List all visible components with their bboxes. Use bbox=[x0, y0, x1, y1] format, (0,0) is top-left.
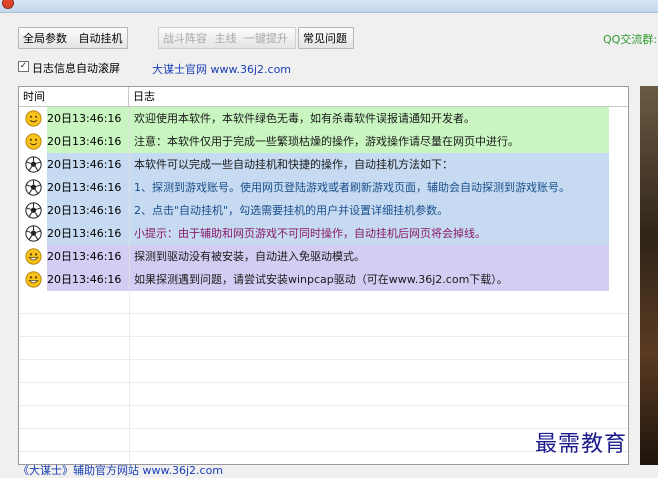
log-time: 20日13:46:16 bbox=[47, 245, 129, 268]
smile-icon bbox=[25, 110, 42, 127]
log-message: 注意：本软件仅用于完成一些繁琐枯燥的操作，游戏操作请尽量在网页中进行。 bbox=[129, 130, 609, 153]
soccer-icon bbox=[25, 225, 42, 242]
log-message: 小提示：由于辅助和网页游戏不可同时操作，自动挂机后网页将会掉线。 bbox=[129, 222, 609, 245]
auto-scroll-checkbox[interactable]: ✓ bbox=[18, 61, 29, 72]
empty-row bbox=[19, 360, 628, 383]
side-banner-image bbox=[640, 86, 658, 465]
log-row[interactable]: 20日13:46:16 注意：本软件仅用于完成一些繁琐枯燥的操作，游戏操作请尽量在… bbox=[19, 130, 628, 153]
log-message: 探测到驱动没有被安装，自动进入免驱动模式。 bbox=[129, 245, 609, 268]
empty-row bbox=[19, 337, 628, 360]
column-header-log[interactable]: 日志 bbox=[129, 87, 628, 107]
log-message: 2、点击"自动挂机"，勾选需要挂机的用户并设置详细挂机参数。 bbox=[129, 199, 609, 222]
auto-hangup-button[interactable]: 自动挂机 bbox=[79, 32, 123, 45]
empty-row bbox=[19, 314, 628, 337]
log-message: 欢迎使用本软件，本软件绿色无毒，如有杀毒软件误报请通知开发者。 bbox=[129, 107, 609, 130]
soccer-icon bbox=[25, 202, 42, 219]
empty-row bbox=[19, 383, 628, 406]
log-row[interactable]: 20日13:46:16 小提示：由于辅助和网页游戏不可同时操作，自动挂机后网页将会… bbox=[19, 222, 628, 245]
footer-link[interactable]: 《大谋士》辅助官方网站 www.36j2.com bbox=[18, 462, 223, 478]
log-time: 20日13:46:16 bbox=[47, 222, 129, 245]
global-params-auto-hangup-button-group: 全局参数 自动挂机 bbox=[18, 27, 128, 49]
log-row[interactable]: 20日13:46:16 本软件可以完成一些自动挂机和快捷的操作，自动挂机方法如下： bbox=[19, 153, 628, 176]
grin-icon bbox=[25, 248, 42, 265]
log-message: 本软件可以完成一些自动挂机和快捷的操作，自动挂机方法如下： bbox=[129, 153, 609, 176]
log-time: 20日13:46:16 bbox=[47, 107, 129, 130]
log-message: 1、探测到游戏账号。使用网页登陆游戏或者刷新游戏页面，辅助会自动探测到游戏账号。 bbox=[129, 176, 609, 199]
window-title-bar bbox=[0, 0, 658, 13]
global-params-button[interactable]: 全局参数 bbox=[23, 32, 67, 45]
soccer-icon bbox=[25, 156, 42, 173]
log-list[interactable]: 时间 日志 20日13:46:16 欢迎使用本软件，本软件绿色无毒，如有杀毒软件误… bbox=[18, 86, 629, 465]
column-header-time[interactable]: 时间 bbox=[19, 87, 129, 107]
disabled-button-group: 战斗阵容 主线 一键提升 bbox=[158, 27, 296, 49]
faq-button[interactable]: 常见问题 bbox=[298, 27, 354, 49]
log-time: 20日13:46:16 bbox=[47, 153, 129, 176]
one-click-upgrade-button[interactable]: 一键提升 bbox=[244, 32, 288, 45]
log-time: 20日13:46:16 bbox=[47, 268, 129, 291]
soccer-icon bbox=[25, 179, 42, 196]
log-time: 20日13:46:16 bbox=[47, 176, 129, 199]
log-row[interactable]: 20日13:46:16 如果探测遇到问题，请尝试安装winpcap驱动（可在www… bbox=[19, 268, 628, 291]
main-line-button[interactable]: 主线 bbox=[215, 32, 237, 45]
official-site-link[interactable]: 大谋士官网 www.36j2.com bbox=[152, 61, 291, 77]
empty-row bbox=[19, 291, 628, 314]
log-row[interactable]: 20日13:46:16 探测到驱动没有被安装，自动进入免驱动模式。 bbox=[19, 245, 628, 268]
smile-icon bbox=[25, 133, 42, 150]
log-row[interactable]: 20日13:46:16 1、探测到游戏账号。使用网页登陆游戏或者刷新游戏页面，辅助… bbox=[19, 176, 628, 199]
log-message: 如果探测遇到问题，请尝试安装winpcap驱动（可在www.36j2.com下载… bbox=[129, 268, 609, 291]
grin-icon bbox=[25, 271, 42, 288]
log-row[interactable]: 20日13:46:16 2、点击"自动挂机"，勾选需要挂机的用户并设置详细挂机参数… bbox=[19, 199, 628, 222]
log-time: 20日13:46:16 bbox=[47, 130, 129, 153]
qq-group-label: QQ交流群:5 bbox=[603, 33, 658, 46]
app-icon bbox=[2, 0, 14, 9]
log-row[interactable]: 20日13:46:16 欢迎使用本软件，本软件绿色无毒，如有杀毒软件误报请通知开发… bbox=[19, 107, 628, 130]
auto-scroll-label[interactable]: 日志信息自动滚屏 bbox=[32, 60, 120, 76]
battle-formation-button[interactable]: 战斗阵容 bbox=[163, 32, 207, 45]
watermark-text: 最需教育 bbox=[535, 432, 628, 457]
log-time: 20日13:46:16 bbox=[47, 199, 129, 222]
